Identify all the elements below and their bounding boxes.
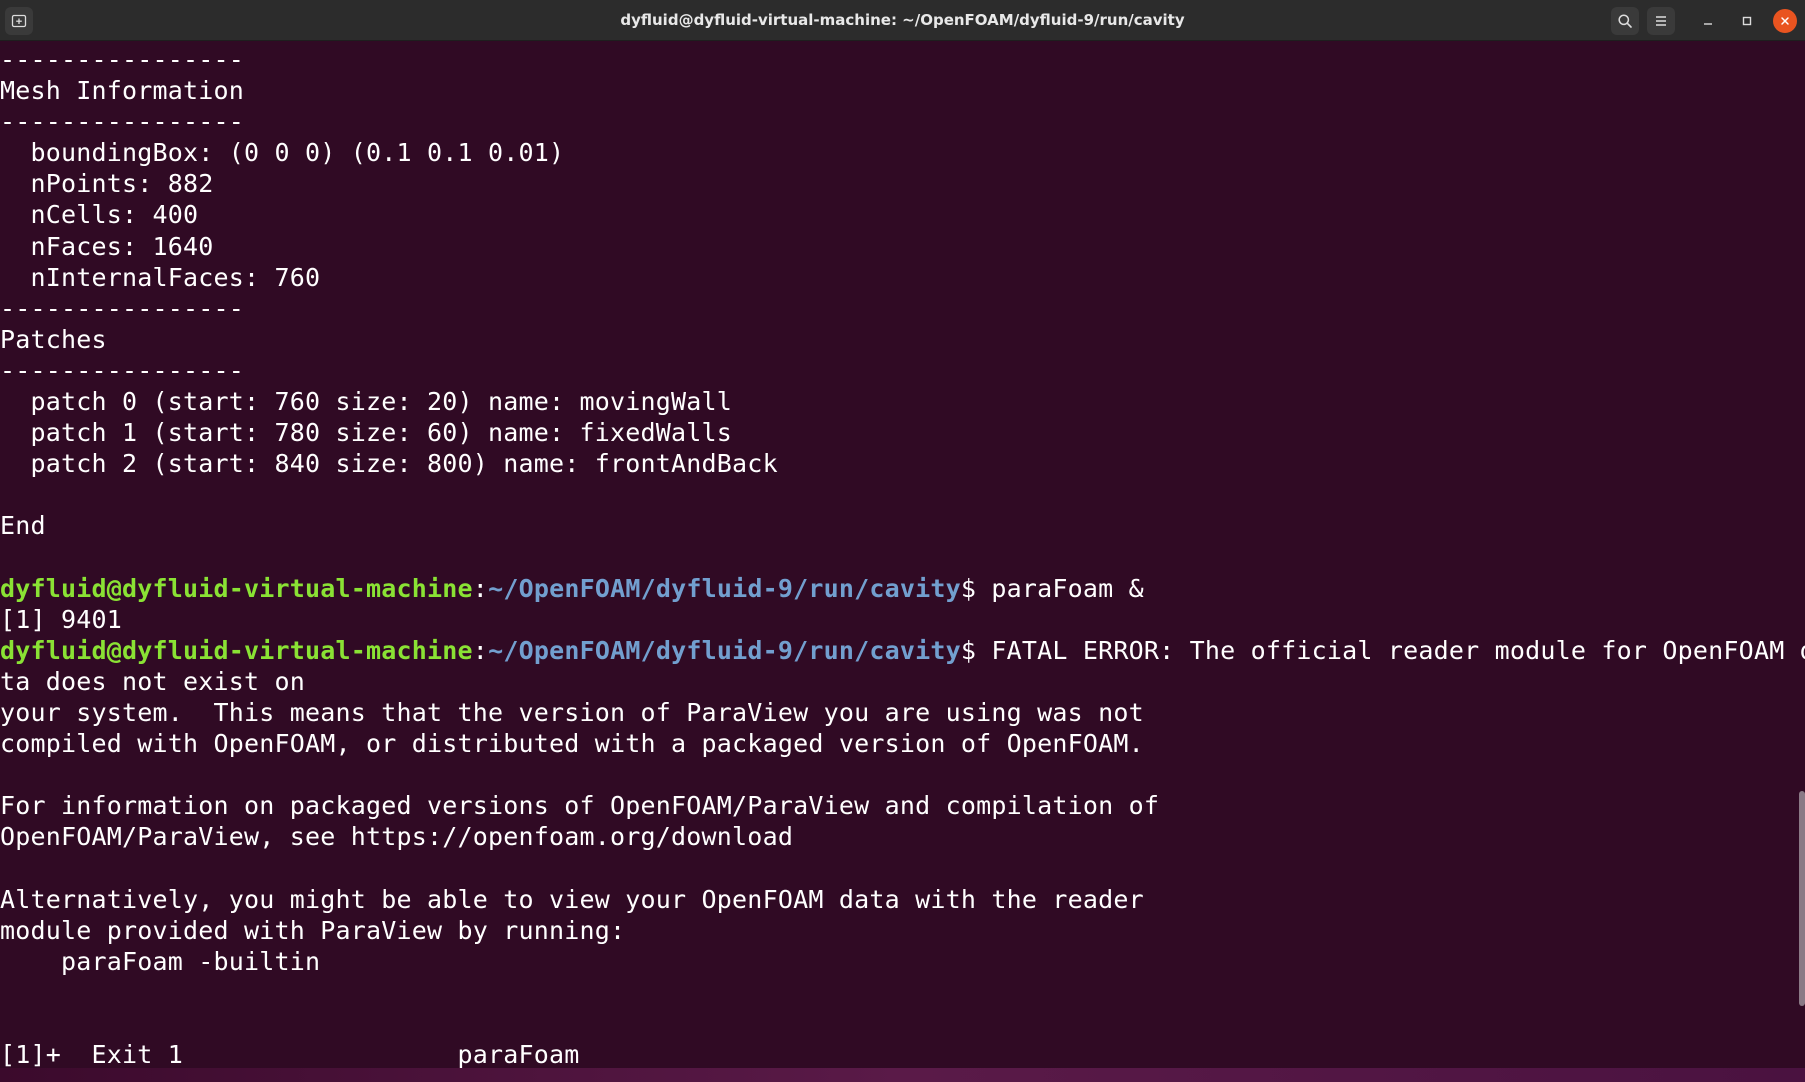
prompt-path: ~/OpenFOAM/dyfluid-9/run/cavity: [488, 573, 961, 603]
output-text: Mesh Information: [0, 76, 245, 106]
command-text: FATAL ERROR: The official reader module …: [991, 635, 1805, 665]
output-text: patch 1 (start: 780 size: 60) name: fixe…: [0, 418, 733, 448]
output-line: paraFoam -builtin: [0, 946, 1805, 977]
output-line: your system. This means that the version…: [0, 697, 1805, 728]
output-text: For information on packaged versions of …: [0, 791, 1160, 821]
prompt-path: ~/OpenFOAM/dyfluid-9/run/cavity: [488, 635, 961, 665]
output-text: [1]+ Exit 1 paraFoam: [0, 1040, 580, 1069]
output-line: End: [0, 510, 1805, 541]
output-line: nFaces: 1640: [0, 231, 1805, 262]
output-line: patch 2 (start: 840 size: 800) name: fro…: [0, 448, 1805, 479]
command-text: paraFoam &: [991, 573, 1144, 603]
output-line: Alternatively, you might be able to view…: [0, 884, 1805, 915]
prompt-separator: :: [472, 635, 489, 665]
output-line: patch 0 (start: 760 size: 20) name: movi…: [0, 386, 1805, 417]
output-text: OpenFOAM/ParaView, see https://openfoam.…: [0, 822, 794, 852]
output-text: patch 2 (start: 840 size: 800) name: fro…: [0, 449, 778, 479]
terminal-output-area[interactable]: ---------------- Mesh Information --------…: [0, 41, 1805, 1082]
output-text: [1] 9401: [0, 604, 123, 634]
output-text: boundingBox: (0 0 0) (0.1 0.1 0.01): [0, 138, 565, 168]
minimize-button[interactable]: [1694, 7, 1722, 35]
output-line: nCells: 400: [0, 199, 1805, 230]
prompt-separator: :: [472, 573, 489, 603]
output-text: ----------------: [0, 107, 245, 137]
minimize-icon: [1704, 23, 1712, 25]
output-line: ta does not exist on: [0, 666, 1805, 697]
output-text: nInternalFaces: 760: [0, 262, 321, 292]
output-text: ta does not exist on: [0, 666, 306, 696]
prompt-dollar: $: [960, 573, 992, 603]
output-text: Patches: [0, 324, 107, 354]
output-text: ----------------: [0, 293, 245, 323]
output-line: nPoints: 882: [0, 168, 1805, 199]
scrollbar[interactable]: [1799, 791, 1805, 1006]
terminal-text: ---------------- Mesh Information --------…: [0, 44, 1805, 1070]
output-line: patch 1 (start: 780 size: 60) name: fixe…: [0, 417, 1805, 448]
output-line: For information on packaged versions of …: [0, 790, 1805, 821]
output-text: End: [0, 511, 46, 541]
output-line: [1] 9401: [0, 604, 1805, 635]
prompt-dollar: $: [960, 635, 992, 665]
output-line: [1]+ Exit 1 paraFoam: [0, 1039, 1805, 1070]
output-line: ----------------: [0, 44, 1805, 75]
output-text: module provided with ParaView by running…: [0, 915, 626, 945]
output-line: boundingBox: (0 0 0) (0.1 0.1 0.01): [0, 137, 1805, 168]
output-line: ----------------: [0, 106, 1805, 137]
output-line: compiled with OpenFOAM, or distributed w…: [0, 728, 1805, 759]
output-text: nCells: 400: [0, 200, 199, 230]
output-text: paraFoam -builtin: [0, 946, 321, 976]
search-button[interactable]: [1611, 7, 1639, 35]
output-line: ----------------: [0, 355, 1805, 386]
output-line: ----------------: [0, 293, 1805, 324]
output-text: nFaces: 1640: [0, 231, 214, 261]
close-button[interactable]: [1773, 9, 1797, 33]
output-text: ----------------: [0, 355, 245, 385]
output-text: nPoints: 882: [0, 169, 214, 199]
prompt-user-host: dyfluid@dyfluid-virtual-machine: [0, 573, 473, 603]
prompt-line: dyfluid@dyfluid-virtual-machine:~/OpenFO…: [0, 573, 1805, 604]
search-icon: [1618, 14, 1632, 28]
maximize-button[interactable]: [1733, 7, 1761, 35]
maximize-icon: [1742, 16, 1752, 26]
prompt-line: dyfluid@dyfluid-virtual-machine:~/OpenFO…: [0, 635, 1805, 666]
output-text: Alternatively, you might be able to view…: [0, 884, 1144, 914]
output-line: nInternalFaces: 760: [0, 262, 1805, 293]
output-line: OpenFOAM/ParaView, see https://openfoam.…: [0, 821, 1805, 852]
desktop-background-strip: [0, 1068, 1805, 1082]
window-title: dyfluid@dyfluid-virtual-machine: ~/OpenF…: [620, 11, 1185, 29]
output-line: module provided with ParaView by running…: [0, 915, 1805, 946]
output-text: ----------------: [0, 45, 245, 74]
prompt-user-host: dyfluid@dyfluid-virtual-machine: [0, 635, 473, 665]
close-icon: [1781, 17, 1789, 25]
output-text: compiled with OpenFOAM, or distributed w…: [0, 729, 1144, 759]
output-line: Patches: [0, 324, 1805, 355]
terminal-window: dyfluid@dyfluid-virtual-machine: ~/OpenF…: [0, 0, 1805, 1082]
output-line: Mesh Information: [0, 75, 1805, 106]
hamburger-menu-icon: [1656, 16, 1666, 26]
menu-button[interactable]: [1647, 7, 1675, 35]
output-text: patch 0 (start: 760 size: 20) name: movi…: [0, 387, 733, 417]
output-text: your system. This means that the version…: [0, 697, 1144, 727]
title-bar: dyfluid@dyfluid-virtual-machine: ~/OpenF…: [0, 0, 1805, 41]
